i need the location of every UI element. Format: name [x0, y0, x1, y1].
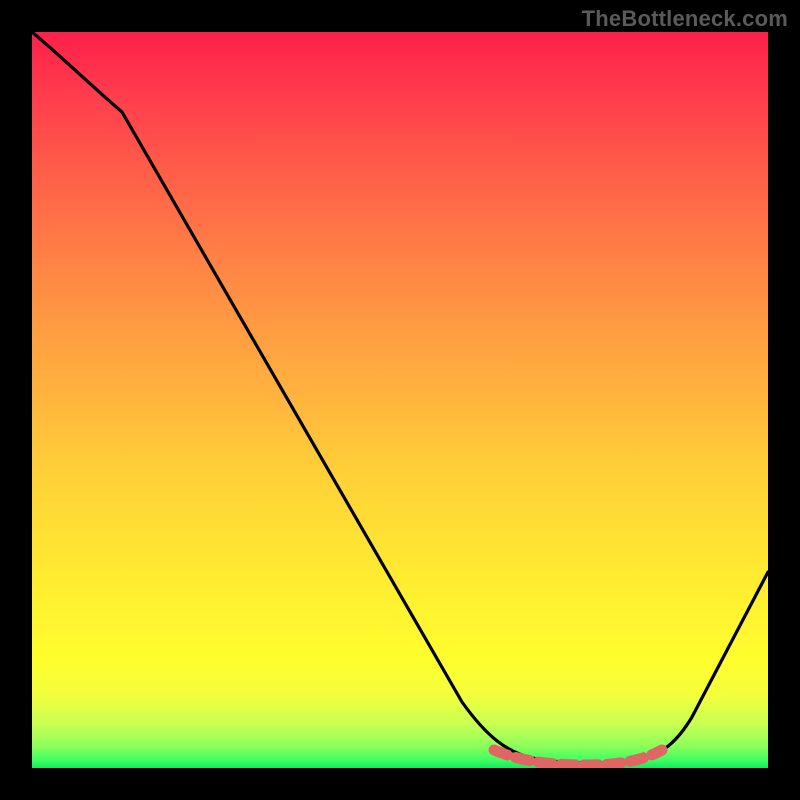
bottleneck-curve	[32, 32, 768, 763]
curve-layer	[32, 32, 768, 768]
plot-area	[32, 32, 768, 768]
watermark-text: TheBottleneck.com	[582, 6, 788, 32]
chart-frame: TheBottleneck.com	[0, 0, 800, 800]
